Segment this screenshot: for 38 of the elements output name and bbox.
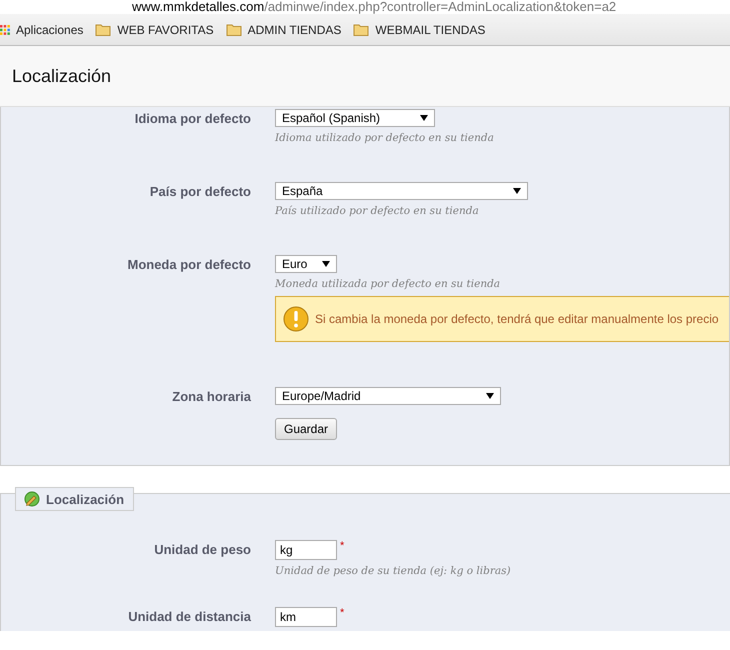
url-path: /adminwe/index.php?controller=AdminLocalization&token=a2 xyxy=(264,0,616,14)
legend-title: Localización xyxy=(46,492,124,506)
caret-icon xyxy=(420,115,428,121)
caret-icon xyxy=(513,188,521,194)
folder-icon xyxy=(95,23,112,36)
bookmark-folder[interactable]: WEBMAIL TIENDAS xyxy=(347,22,492,36)
apps-grid-icon xyxy=(0,24,10,34)
field-hint: Idioma utilizado por defecto en su tienda xyxy=(275,132,495,144)
bookmark-folder[interactable]: WEB FAVORITAS xyxy=(89,22,220,36)
globe-pencil-icon xyxy=(24,491,40,507)
field-hint: Unidad de peso de su tienda (ej: kg o libras) xyxy=(275,565,512,577)
required-mark: * xyxy=(340,540,344,552)
field-hint: País utilizado por defecto en su tienda xyxy=(275,205,480,217)
folder-icon xyxy=(226,23,242,36)
field-label: Moneda por defecto xyxy=(126,256,251,272)
apps-link[interactable]: Aplicaciones xyxy=(0,22,90,36)
url-host: www.mmkdetalles.com xyxy=(132,0,264,14)
field-label: Idioma por defecto xyxy=(134,110,251,126)
save-button[interactable]: Guardar xyxy=(275,418,338,440)
bookmark-folder[interactable]: ADMIN TIENDAS xyxy=(220,22,348,36)
field-label: Unidad de peso xyxy=(153,541,251,557)
dropdown[interactable]: Europe/Madrid xyxy=(275,387,501,405)
field-label: Zona horaria xyxy=(171,388,251,404)
required-mark: * xyxy=(340,607,344,619)
folder-icon xyxy=(353,23,370,36)
field-label: País por defecto xyxy=(148,183,251,199)
warning-text: Si cambia la moneda por defecto, tendrá que editar manualmente los precio xyxy=(315,312,719,326)
exclamation-icon xyxy=(283,306,309,332)
field-hint: Moneda utilizada por defecto en su tienda xyxy=(275,278,502,290)
dropdown[interactable]: Euro xyxy=(275,255,337,273)
page-title: Localización xyxy=(12,66,112,86)
caret-icon xyxy=(486,393,494,399)
text-input[interactable]: km xyxy=(275,607,337,627)
text-input[interactable]: kg xyxy=(275,540,337,560)
caret-icon xyxy=(322,261,330,267)
dropdown[interactable]: España xyxy=(275,182,528,200)
dropdown[interactable]: Español (Spanish) xyxy=(275,109,435,127)
field-label: Unidad de distancia xyxy=(127,608,251,624)
